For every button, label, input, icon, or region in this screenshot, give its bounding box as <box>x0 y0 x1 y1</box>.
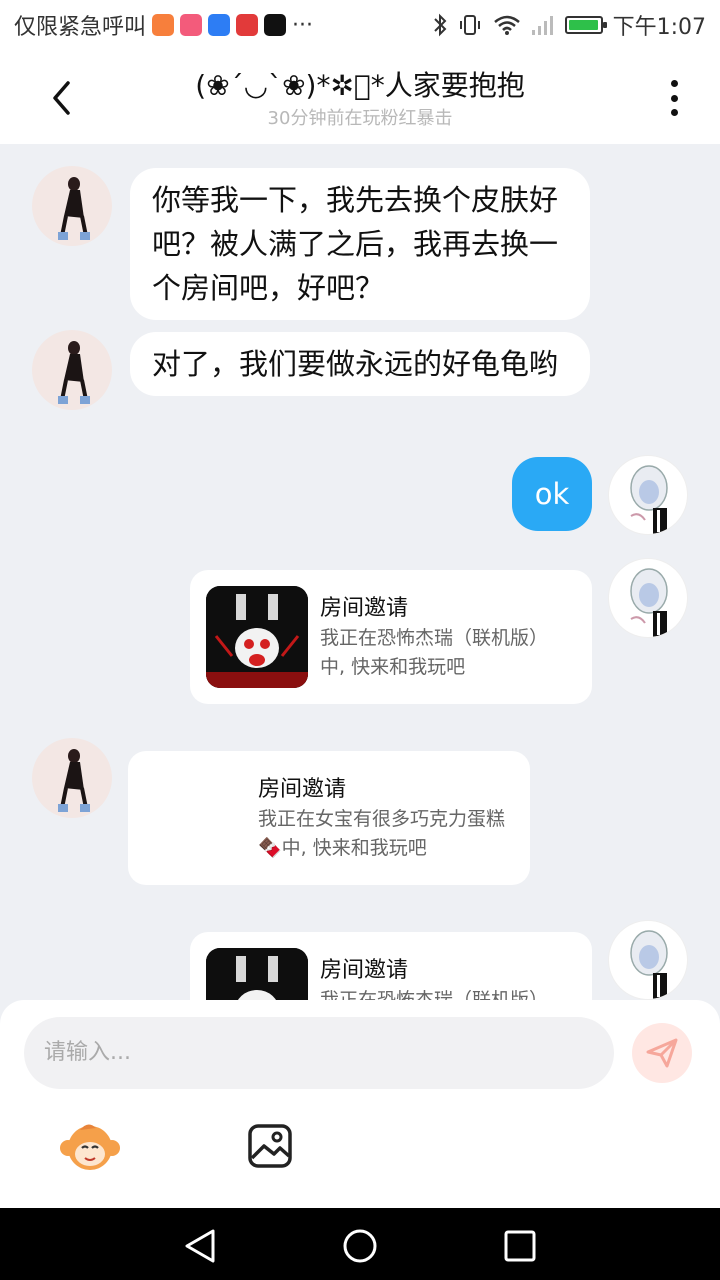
dot-icon <box>670 109 678 116</box>
message-bubble[interactable]: ok <box>512 457 592 531</box>
contact-name: (❀´◡`❀)*✲ﾟ*人家要抱抱 <box>195 69 525 102</box>
more-options-button[interactable] <box>654 76 694 120</box>
signal-icon <box>531 16 553 35</box>
message-bubble[interactable]: 对了，我们要做永远的好龟龟哟 <box>130 332 590 396</box>
paper-plane-icon <box>646 1038 678 1068</box>
circle-home-icon <box>343 1229 377 1263</box>
status-right: 下午1:07 <box>433 9 706 41</box>
room-invite-card[interactable]: 房间邀请 我正在恐怖杰瑞（联机版）中, 快来和我玩吧 <box>190 570 592 704</box>
my-avatar[interactable] <box>608 920 688 1000</box>
emoji-button[interactable] <box>58 1118 122 1178</box>
invite-title: 房间邀请 <box>320 596 409 621</box>
game-thumbnail-image <box>206 586 308 688</box>
invite-description: 我正在女宝有很多巧克力蛋糕🍫中, 快来和我玩吧 <box>258 808 506 859</box>
game-thumbnail-image <box>206 948 308 1004</box>
contact-avatar[interactable] <box>32 166 112 246</box>
back-button[interactable] <box>38 74 86 122</box>
nav-recents-button[interactable] <box>500 1226 540 1266</box>
status-bar: 仅限紧急呼叫 ··· 下午1:07 <box>0 0 720 50</box>
wifi-icon <box>493 15 520 35</box>
triangle-back-icon <box>185 1229 215 1263</box>
video-notification-icon <box>236 14 259 36</box>
send-button[interactable] <box>632 1023 692 1083</box>
room-invite-card[interactable]: 房间邀请 我正在恐怖杰瑞（联机版） <box>190 932 592 1004</box>
battery-icon <box>564 16 607 34</box>
my-avatar[interactable] <box>608 558 688 638</box>
huawei-notification-icon <box>180 14 203 36</box>
tiktok-notification-icon <box>264 14 287 36</box>
contact-status: 30分钟前在玩粉红暴击 <box>267 108 453 129</box>
dot-icon <box>670 80 678 87</box>
monkey-emoji-icon <box>60 1124 120 1170</box>
girl-avatar-icon <box>58 749 90 812</box>
invite-title: 房间邀请 <box>320 958 409 983</box>
chevron-left-icon <box>53 81 70 115</box>
room-invite-card[interactable]: 房间邀请 我正在女宝有很多巧克力蛋糕🍫中, 快来和我玩吧 <box>128 751 530 885</box>
image-picker-button[interactable] <box>246 1122 294 1170</box>
square-recents-icon <box>504 1230 536 1262</box>
system-navigation-bar <box>0 1208 720 1280</box>
character-avatar-icon <box>630 465 668 534</box>
carrier-text: 仅限紧急呼叫 <box>14 15 147 40</box>
message-composer: 请输入... <box>0 1000 720 1208</box>
character-avatar-icon <box>630 568 668 637</box>
contact-avatar[interactable] <box>32 330 112 410</box>
alipay-notification-icon <box>208 14 231 36</box>
my-avatar[interactable] <box>608 455 688 535</box>
message-bubble[interactable]: 你等我一下，我先去换个皮肤好吧？被人满了之后，我再去换一个房间吧，好吧？ <box>130 168 590 320</box>
character-avatar-icon <box>630 930 668 999</box>
battery-level <box>568 20 598 30</box>
image-icon <box>248 1124 292 1168</box>
vibrate-icon <box>459 15 480 35</box>
nav-back-button[interactable] <box>180 1226 220 1266</box>
contact-avatar[interactable] <box>32 738 112 818</box>
girl-avatar-icon <box>58 341 90 404</box>
status-left: 仅限紧急呼叫 ··· <box>14 9 313 41</box>
clock: 下午1:07 <box>612 15 706 40</box>
chat-messages[interactable]: 你等我一下，我先去换个皮肤好吧？被人满了之后，我再去换一个房间吧，好吧？ 对了，… <box>0 144 720 1004</box>
message-input[interactable]: 请输入... <box>24 1017 614 1089</box>
dot-icon <box>670 94 678 102</box>
girl-avatar-icon <box>58 177 90 240</box>
app-notification-icon <box>152 14 175 36</box>
nav-home-button[interactable] <box>340 1226 380 1266</box>
invite-description: 我正在恐怖杰瑞（联机版）中, 快来和我玩吧 <box>320 627 549 678</box>
bluetooth-icon <box>433 13 447 37</box>
chat-header: (❀´◡`❀)*✲ﾟ*人家要抱抱 30分钟前在玩粉红暴击 <box>0 50 720 144</box>
invite-title: 房间邀请 <box>258 777 347 802</box>
more-notifications: ··· <box>292 12 313 38</box>
